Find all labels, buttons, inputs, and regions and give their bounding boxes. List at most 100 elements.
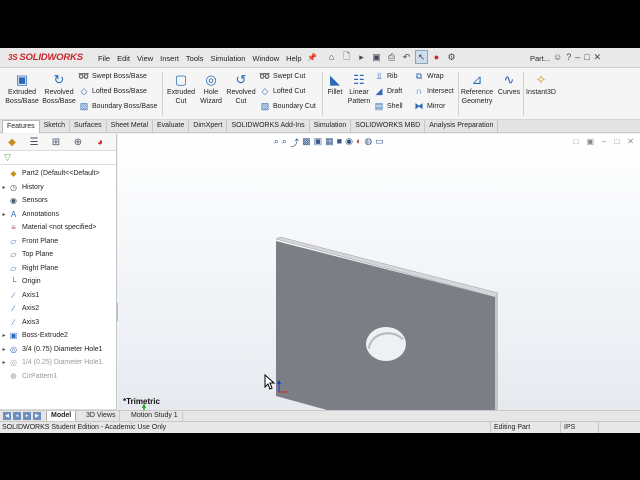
wrap-button[interactable]: ⧉ Wrap xyxy=(414,70,454,82)
linear-pattern-button[interactable]: ☷ Linear Pattern xyxy=(345,71,373,106)
boundary-cut-button[interactable]: ▧ Boundary Cut xyxy=(260,100,316,112)
tab-analysis-preparation[interactable]: Analysis Preparation xyxy=(425,120,499,133)
tree-item[interactable]: ▸ ◷ History xyxy=(0,181,116,195)
tree-item[interactable]: ▱ Front Plane xyxy=(0,235,116,249)
extruded-boss-button[interactable]: ▣ Extruded Boss/Base xyxy=(4,71,40,106)
solidworks-logo[interactable]: 3S SOLIDWORKS xyxy=(8,52,83,63)
tree-item[interactable]: └ Origin xyxy=(0,275,116,289)
tree-item[interactable]: ▸ ◎ 3/4 (0.75) Diameter Hole1 xyxy=(0,343,116,357)
fillet-button[interactable]: ◣ Fillet xyxy=(324,71,346,97)
tab-mbd[interactable]: SOLIDWORKS MBD xyxy=(351,120,426,133)
hole-wizard-button[interactable]: ◎ Hole Wizard xyxy=(198,71,224,106)
tab-sheet-metal[interactable]: Sheet Metal xyxy=(107,120,154,133)
menu-insert[interactable]: Insert xyxy=(160,54,179,63)
tab-evaluate[interactable]: Evaluate xyxy=(153,120,190,133)
print-icon[interactable]: ⎙ xyxy=(385,50,398,64)
mirror-button[interactable]: ⧓ Mirror xyxy=(414,100,454,112)
shell-button[interactable]: ▤ Shell xyxy=(374,100,403,112)
pin-icon[interactable]: 📌 xyxy=(307,53,317,62)
restore-icon[interactable]: □ xyxy=(584,52,589,63)
lofted-boss-button[interactable]: ◇ Lofted Boss/Base xyxy=(79,85,157,97)
swept-boss-label: Swept Boss/Base xyxy=(92,72,147,80)
expand-arrow-icon[interactable]: ▸ xyxy=(0,332,8,339)
reference-geometry-button[interactable]: ⊿ Reference Geometry xyxy=(460,71,494,106)
plate-side-edge[interactable] xyxy=(495,293,498,410)
tree-item[interactable]: ∕ Axis2 xyxy=(0,302,116,316)
tree-item-label: Boss-Extrude2 xyxy=(22,332,68,340)
options-icon[interactable]: ⚙ xyxy=(445,50,458,64)
tab-sketch[interactable]: Sketch xyxy=(40,120,71,133)
draft-button[interactable]: ◢ Draft xyxy=(374,85,403,97)
select-icon[interactable]: ↖ xyxy=(415,50,428,64)
tree-item-label: Axis2 xyxy=(22,305,40,313)
revolved-cut-button[interactable]: ↺ Revolved Cut xyxy=(226,71,256,106)
expand-arrow-icon[interactable]: ▸ xyxy=(0,211,8,218)
menu-tools[interactable]: Tools xyxy=(186,54,204,63)
expand-arrow-icon[interactable]: ▸ xyxy=(0,359,8,366)
pattern-icon: ❁ xyxy=(10,371,17,381)
separator xyxy=(458,72,459,116)
feature-manager-icon[interactable]: ◆ xyxy=(5,137,19,148)
prev-tab-icon[interactable]: ◂ xyxy=(13,412,21,420)
expand-arrow-icon[interactable]: ▸ xyxy=(0,346,8,353)
tab-dimxpert[interactable]: DimXpert xyxy=(189,120,228,133)
graphics-area[interactable]: ⌕ ⌕ ⤴ ▩ ▣ ▦ ■ ◉ ◐ ◍ ▭ □ ▣ – □ ✕ *Trimetr… xyxy=(118,134,640,410)
menu-help[interactable]: Help xyxy=(286,54,301,63)
menu-view[interactable]: View xyxy=(137,54,153,63)
menu-simulation[interactable]: Simulation xyxy=(210,54,245,63)
new-icon[interactable]: 🗋 xyxy=(340,50,353,64)
panel-tabs: ◆ ☰ ⊞ ⊕ ◕ xyxy=(0,134,116,151)
boundary-boss-button[interactable]: ▧ Boundary Boss/Base xyxy=(79,100,158,112)
last-tab-icon[interactable]: ▶ xyxy=(33,412,41,420)
tab-surfaces[interactable]: Surfaces xyxy=(70,120,107,133)
tab-addins[interactable]: SOLIDWORKS Add-Ins xyxy=(227,120,310,133)
home-icon[interactable]: ⌂ xyxy=(325,50,338,64)
tree-item[interactable]: ▱ Top Plane xyxy=(0,248,116,262)
close-icon[interactable]: ✕ xyxy=(594,52,602,63)
tree-item[interactable]: ◉ Sensors xyxy=(0,194,116,208)
rib-button[interactable]: ⫫ Rib xyxy=(374,70,403,82)
user-icon[interactable]: ☺ xyxy=(553,52,562,63)
hole[interactable] xyxy=(366,327,406,361)
tree-item[interactable]: ▸ ▣ Boss-Extrude2 xyxy=(0,329,116,343)
tree-item[interactable]: ❁ CirPattern1 xyxy=(0,370,116,384)
open-icon[interactable]: ▸ xyxy=(355,50,368,64)
filter-icon[interactable]: ▽ xyxy=(0,151,116,165)
menu-file[interactable]: File xyxy=(98,54,110,63)
tree-item[interactable]: ∕ Axis1 xyxy=(0,289,116,303)
tab-simulation[interactable]: Simulation xyxy=(310,120,352,133)
display-manager-icon[interactable]: ◕ xyxy=(93,137,107,148)
feature-small-commands-b: ⧉ Wrap ∩ Intersect ⧓ Mirror xyxy=(414,70,454,112)
undo-icon[interactable]: ↶ xyxy=(400,50,413,64)
extruded-cut-button[interactable]: ▢ Extruded Cut xyxy=(166,71,196,106)
configuration-manager-icon[interactable]: ⊞ xyxy=(49,137,63,148)
instant3d-button[interactable]: ✧ Instant3D xyxy=(524,71,558,97)
swept-cut-button[interactable]: ➿ Swept Cut xyxy=(259,70,316,82)
expand-arrow-icon[interactable]: ▸ xyxy=(0,184,8,191)
tree-item[interactable]: ◆ Part2 (Default<<Default> xyxy=(0,167,116,181)
curves-button[interactable]: ∿ Curves xyxy=(496,71,522,97)
swept-boss-button[interactable]: ➿ Swept Boss/Base xyxy=(78,70,157,82)
tree-item[interactable]: ≡ Material <not specified> xyxy=(0,221,116,235)
help-icon[interactable]: ? xyxy=(566,52,571,63)
property-manager-icon[interactable]: ☰ xyxy=(27,137,41,148)
minimize-icon[interactable]: – xyxy=(575,52,580,63)
tree-item[interactable]: ▱ Right Plane xyxy=(0,262,116,276)
tree-item[interactable]: ∕ Axis3 xyxy=(0,316,116,330)
rebuild-icon[interactable]: ● xyxy=(430,50,443,64)
model-canvas[interactable] xyxy=(118,134,640,410)
units-selector[interactable]: IPS xyxy=(560,422,592,433)
tree-item[interactable]: ▸ ◎ 1/4 (0.25) Diameter Hole1 xyxy=(0,356,116,370)
dimxpert-manager-icon[interactable]: ⊕ xyxy=(71,137,85,148)
save-icon[interactable]: ▣ xyxy=(370,50,383,64)
next-tab-icon[interactable]: ▸ xyxy=(23,412,31,420)
revolved-boss-button[interactable]: ↻ Revolved Boss/Base xyxy=(42,71,76,106)
menu-edit[interactable]: Edit xyxy=(117,54,130,63)
tree-item[interactable]: ▸ A Annotations xyxy=(0,208,116,222)
intersect-button[interactable]: ∩ Intersect xyxy=(414,85,454,97)
tree-item-label: 1/4 (0.25) Diameter Hole1 xyxy=(22,359,103,367)
menu-window[interactable]: Window xyxy=(252,54,279,63)
first-tab-icon[interactable]: ◀ xyxy=(3,412,11,420)
lofted-cut-button[interactable]: ◇ Lofted Cut xyxy=(260,85,316,97)
tab-features[interactable]: Features xyxy=(2,120,40,133)
